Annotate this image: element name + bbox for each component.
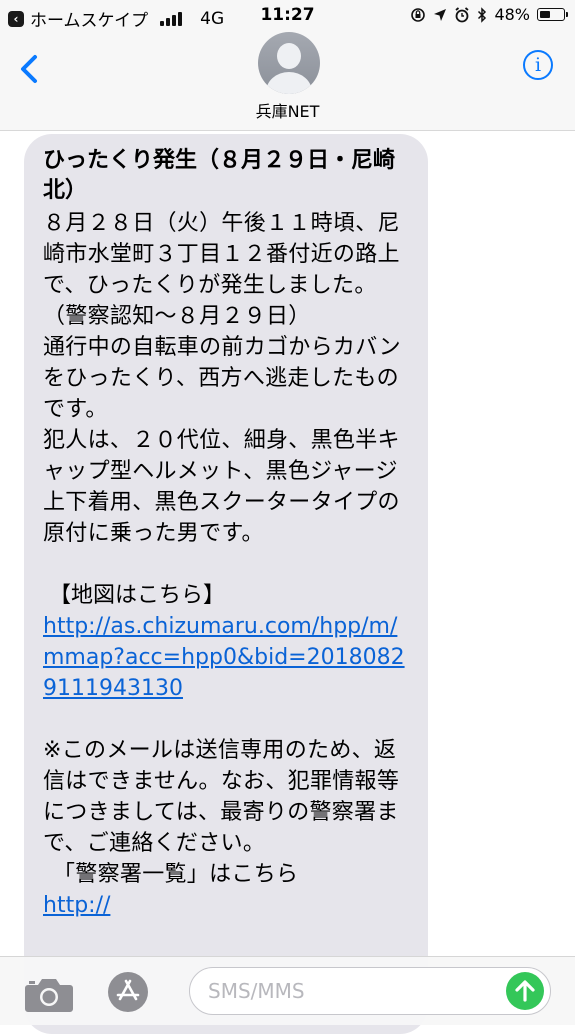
battery-icon: [537, 8, 568, 21]
app-store-icon: [116, 979, 140, 1001]
bluetooth-icon: [478, 6, 487, 23]
message-input-bar: SMS/MMS: [0, 956, 575, 1025]
info-button[interactable]: i: [523, 50, 553, 80]
sms-placeholder: SMS/MMS: [208, 979, 305, 1003]
message-body: ８月２８日（火）午後１１時頃、尼崎市水堂町３丁目１２番付近の路上で、ひったくりが…: [43, 211, 401, 546]
contact-avatar[interactable]: [258, 32, 320, 94]
rotation-lock-icon: [411, 7, 426, 22]
map-link[interactable]: http://as.chizumaru.com/hpp/m/mmap?acc=h…: [43, 611, 410, 704]
message-title: ひったくり発生（８月２９日・尼崎北）: [43, 148, 396, 203]
incoming-message-bubble[interactable]: ひったくり発生（８月２９日・尼崎北） ８月２８日（火）午後１１時頃、尼崎市水堂町…: [24, 134, 428, 1034]
send-button[interactable]: [506, 972, 544, 1010]
status-bar: ‹ ホームスケイプ 4G 11:27 48%: [0, 0, 575, 34]
avatar-head-shape: [277, 43, 301, 69]
conversation-header: 兵庫NET i: [0, 32, 575, 131]
station-list-label: 「警察署一覧」はこちら: [53, 862, 299, 887]
battery-percent: 48%: [494, 5, 530, 24]
contact-name[interactable]: 兵庫NET: [0, 98, 575, 122]
station-link[interactable]: http://: [43, 890, 410, 921]
message-note: ※このメールは送信専用のため、返信はできません。なお、犯罪情報等につきましては、…: [43, 738, 400, 856]
map-label: 【地図はこちら】: [49, 583, 226, 608]
app-store-button[interactable]: [108, 972, 148, 1012]
arrow-up-icon: [515, 980, 535, 1002]
location-icon: [434, 8, 447, 21]
sms-input-field[interactable]: SMS/MMS: [189, 967, 551, 1015]
back-chevron-icon[interactable]: [16, 52, 46, 86]
alarm-icon: [455, 6, 469, 22]
status-right: 48%: [410, 5, 568, 24]
camera-icon[interactable]: [24, 975, 74, 1013]
avatar-body-shape: [266, 72, 312, 94]
